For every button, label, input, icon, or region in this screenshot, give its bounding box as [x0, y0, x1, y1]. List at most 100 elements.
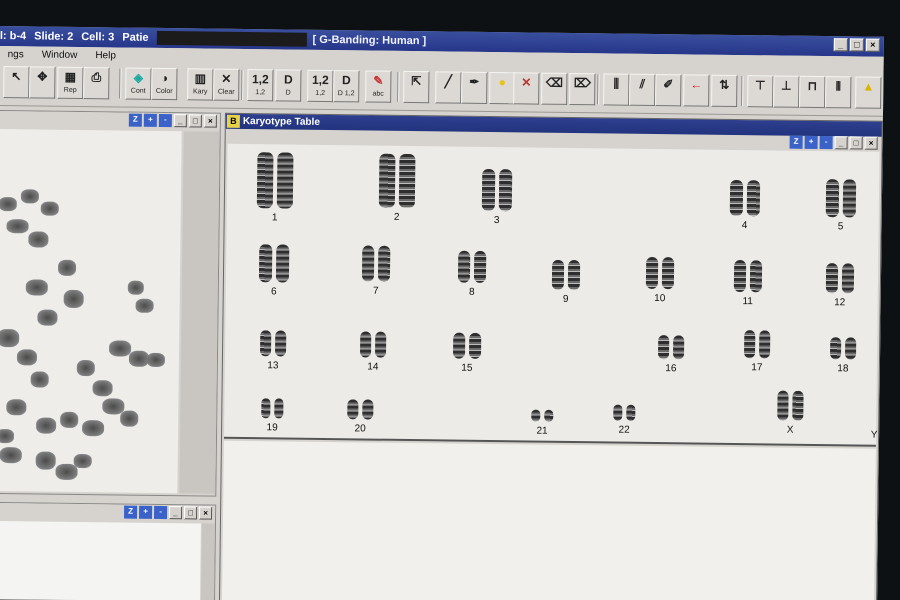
- metaphase-chromosome[interactable]: [55, 463, 78, 480]
- chromosome[interactable]: [374, 331, 387, 358]
- dot-tool-button[interactable]: ●: [489, 71, 516, 105]
- chromosome[interactable]: [729, 179, 744, 217]
- chromosome-pair-18[interactable]: 18: [815, 337, 871, 375]
- chromosome-pair-17[interactable]: 17: [729, 330, 786, 374]
- chromosome[interactable]: [842, 179, 857, 218]
- metaphase-chromosome[interactable]: [63, 289, 84, 309]
- brush-tool-button[interactable]: ╱: [435, 71, 462, 104]
- chromosome-pair-21[interactable]: 21: [514, 409, 570, 437]
- chromosome-pair-3[interactable]: 3: [469, 168, 526, 227]
- chromosome[interactable]: [274, 330, 287, 357]
- metaphase-chromosome[interactable]: [28, 231, 49, 248]
- chromosome[interactable]: [347, 399, 359, 420]
- zoom-button[interactable]: Z: [789, 135, 803, 149]
- chromosome[interactable]: [276, 152, 294, 209]
- metaphase-image[interactable]: [0, 129, 182, 494]
- chromosome[interactable]: [567, 259, 581, 291]
- metaphase-chromosome[interactable]: [30, 371, 49, 388]
- metaphase-chromosome[interactable]: [108, 340, 132, 357]
- chromosome[interactable]: [672, 335, 685, 360]
- chromosome[interactable]: [498, 169, 513, 212]
- maximize-button[interactable]: □: [849, 136, 863, 150]
- chromosome[interactable]: [613, 404, 623, 421]
- flip-tool-button[interactable]: ⇅: [711, 74, 738, 108]
- metaphase-chromosome[interactable]: [16, 349, 38, 366]
- chromosome-pair-4[interactable]: 4: [717, 179, 774, 232]
- chromosome[interactable]: [657, 335, 670, 360]
- metaphase-chromosome[interactable]: [127, 280, 144, 295]
- chromosome-pair-20[interactable]: 20: [332, 399, 388, 435]
- d-tool-button[interactable]: DD: [275, 69, 302, 102]
- metaphase-chromosome[interactable]: [40, 201, 59, 216]
- metaphase-chromosome[interactable]: [57, 259, 77, 276]
- chromosome[interactable]: [758, 330, 771, 359]
- zoom-in-button[interactable]: +: [143, 113, 157, 127]
- chromosome[interactable]: [398, 153, 416, 209]
- chromosome-pair-15[interactable]: 15: [439, 332, 495, 374]
- menu-help[interactable]: Help: [95, 50, 116, 61]
- chromosome[interactable]: [746, 180, 761, 217]
- kary-tool-button[interactable]: ▥ Kary: [187, 68, 214, 101]
- chromosome[interactable]: [743, 330, 756, 359]
- zoom-button[interactable]: Z: [123, 505, 138, 519]
- chromosome-pair-y[interactable]: Y: [846, 419, 900, 441]
- menu-window[interactable]: Window: [42, 49, 78, 60]
- chromosome[interactable]: [275, 244, 290, 283]
- chromosome[interactable]: [256, 152, 274, 209]
- chromosome[interactable]: [274, 398, 284, 419]
- vertical-scrollbar[interactable]: [200, 523, 215, 600]
- chromosome-pair-22[interactable]: 22: [596, 404, 652, 436]
- metaphase-chromosome[interactable]: [0, 328, 20, 348]
- minimize-button[interactable]: _: [833, 38, 848, 52]
- chromosome[interactable]: [645, 256, 659, 290]
- chromosome[interactable]: [378, 153, 396, 208]
- zoom-out-button[interactable]: -: [153, 505, 168, 520]
- chromosome[interactable]: [473, 250, 487, 283]
- chromosome[interactable]: [359, 331, 372, 358]
- chromosome[interactable]: [362, 399, 374, 420]
- chromosome-pair-14[interactable]: 14: [345, 331, 401, 373]
- chrom-tool2-tool-button[interactable]: ⫽: [629, 73, 656, 107]
- arrow-left-tool-button[interactable]: ←: [683, 74, 710, 107]
- cursor-arrow-tool-button[interactable]: ↖: [3, 66, 30, 99]
- chromosome[interactable]: [825, 263, 839, 294]
- chromosome[interactable]: [361, 245, 375, 282]
- metaphase-chromosome[interactable]: [81, 420, 105, 437]
- metaphase-chromosome[interactable]: [6, 219, 29, 234]
- metaphase-chromosome[interactable]: [73, 453, 92, 469]
- chromosome-pair-16[interactable]: 16: [643, 335, 699, 375]
- chromosome-pair-5[interactable]: 5: [813, 179, 870, 233]
- move-tool-button[interactable]: ✥: [29, 66, 56, 99]
- menu-settings[interactable]: ngs: [8, 49, 24, 60]
- color-tool-button[interactable]: ◑ Color: [151, 67, 178, 101]
- metaphase-chromosome[interactable]: [146, 352, 166, 368]
- minimize-button[interactable]: _: [168, 506, 183, 520]
- chromosome-pair-7[interactable]: 7: [348, 245, 405, 297]
- maximize-button[interactable]: □: [849, 38, 864, 52]
- chromosome[interactable]: [829, 337, 842, 360]
- split-tool-button[interactable]: ⫴: [825, 76, 852, 109]
- zoom-out-button[interactable]: -: [158, 113, 172, 128]
- erase-tool-button[interactable]: ⌫: [541, 72, 568, 105]
- rep-tool-button[interactable]: ▦ Rep: [57, 66, 84, 100]
- chromosome-pair-2[interactable]: 2: [369, 153, 426, 224]
- karyotype-table[interactable]: 1 2 3 4 5 6 7 8 9 10 11 12 13 14 15 16 17 18 19 20 21 22 X Y: [223, 143, 880, 447]
- metaphase-chromosome[interactable]: [36, 417, 57, 434]
- metaphase-chromosome[interactable]: [37, 309, 58, 326]
- align-top-tool-button[interactable]: ⊤: [747, 75, 774, 108]
- chromosome[interactable]: [777, 390, 789, 421]
- karyotype-lower-pane[interactable]: [221, 440, 876, 600]
- chromosome[interactable]: [468, 332, 482, 359]
- chromosome[interactable]: [259, 330, 272, 357]
- chromosome[interactable]: [481, 168, 496, 212]
- zoom-in-button[interactable]: +: [138, 505, 153, 519]
- minimize-button[interactable]: _: [173, 114, 187, 128]
- chromosome[interactable]: [377, 245, 391, 282]
- chromosome[interactable]: [626, 404, 636, 421]
- chromosome[interactable]: [544, 409, 554, 422]
- chrom-tool-tool-button[interactable]: ⫼: [603, 73, 630, 106]
- chromosome-pair-19[interactable]: 19: [244, 398, 300, 434]
- metaphase-chromosome[interactable]: [6, 399, 27, 416]
- chromosome-pair-1[interactable]: 1: [247, 152, 304, 224]
- zoom-out-button[interactable]: -: [819, 136, 833, 150]
